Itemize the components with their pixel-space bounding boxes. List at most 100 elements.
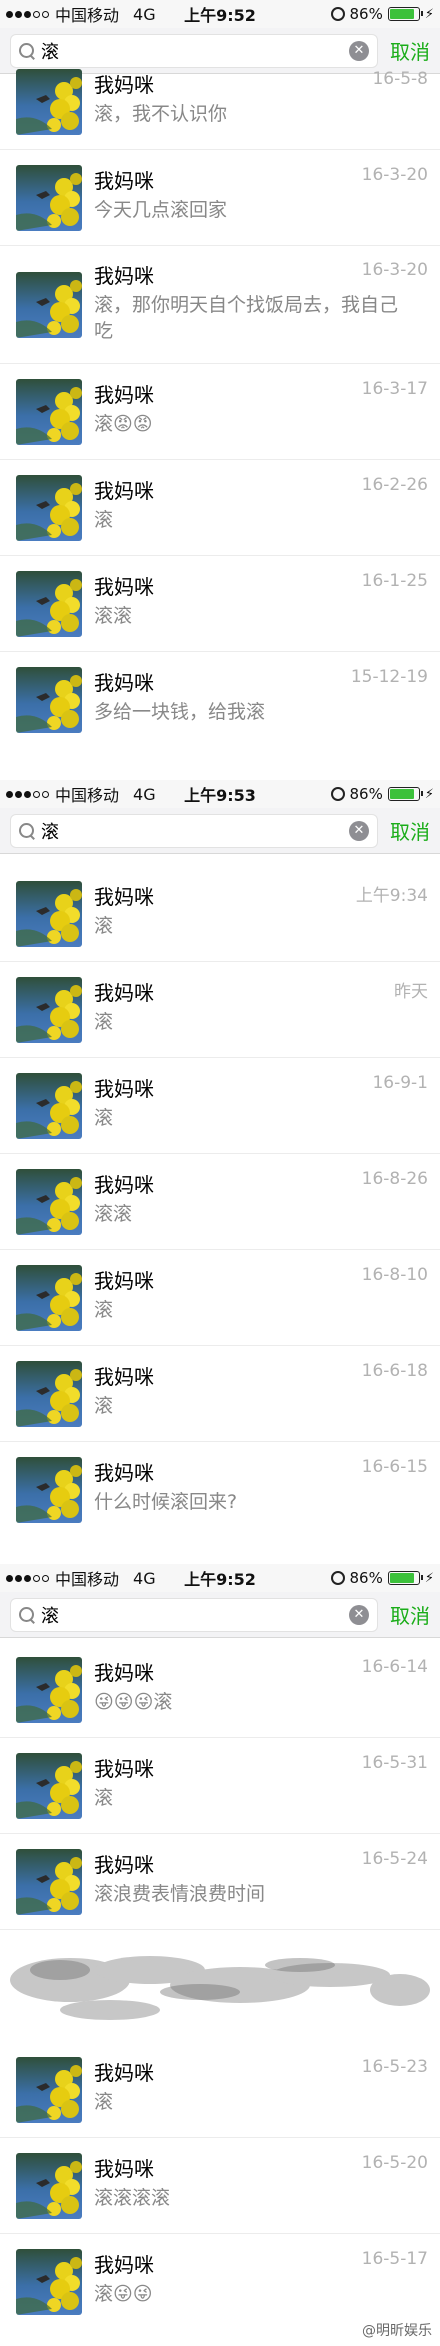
search-bar: 滚 ✕ 取消 [0, 1592, 440, 1638]
message-snippet: 滚😡😡 [94, 412, 153, 435]
avatar [16, 2056, 82, 2123]
avatar [16, 2249, 82, 2315]
message-snippet: 滚，那你明天自个找饭局去，我自己吃 [94, 293, 399, 342]
avatar [16, 1264, 82, 1331]
contact-name: 我妈咪 [94, 1076, 154, 1101]
result-row[interactable]: 我妈咪 16-8-10 滚 [0, 1250, 440, 1346]
result-content: 我妈咪 上午9:34 滚 [94, 881, 440, 947]
clear-icon[interactable]: ✕ [349, 1604, 369, 1625]
message-snippet: 😜😜😜滚 [94, 1690, 173, 1713]
message-date: 16-5-23 [361, 2056, 428, 2077]
status-bar: 中国移动 4G 上午9:52 86% ⚡ [0, 0, 440, 28]
message-snippet: 滚 [94, 2090, 114, 2113]
message-date: 16-6-18 [361, 1360, 428, 1381]
search-input[interactable]: 滚 ✕ [10, 813, 378, 848]
avatar [16, 976, 82, 1043]
contact-name: 我妈咪 [94, 72, 154, 97]
message-date: 16-3-17 [361, 378, 428, 399]
avatar [16, 1072, 82, 1139]
cancel-button[interactable]: 取消 [390, 1600, 430, 1629]
result-row[interactable]: 我妈咪 16-2-26 滚 [0, 460, 440, 556]
message-snippet: 滚，我不认识你 [94, 102, 228, 125]
contact-name: 我妈咪 [94, 1756, 154, 1781]
contact-name: 我妈咪 [94, 2060, 154, 2085]
result-row[interactable]: 我妈咪 16-5-24 滚浪费表情浪费时间 [0, 1834, 440, 1930]
result-row[interactable]: 我妈咪 16-8-26 滚滚 [0, 1154, 440, 1250]
avatar [16, 1656, 82, 1723]
clock: 上午9:53 [184, 786, 256, 805]
message-snippet: 多给一块钱，给我滚 [94, 701, 266, 723]
message-snippet: 滚滚滚滚 [94, 2186, 171, 2209]
contact-name: 我妈咪 [94, 263, 154, 288]
result-row[interactable]: 我妈咪 16-3-20 今天几点滚回家 [0, 150, 440, 246]
avatar [16, 880, 82, 947]
result-content: 我妈咪 16-8-26 滚滚 [94, 1169, 440, 1235]
result-content: 我妈咪 16-6-15 什么时候滚回来? [94, 1457, 440, 1523]
result-row[interactable]: 我妈咪 16-5-17 滚😜😜 [0, 2234, 440, 2330]
result-content: 我妈咪 16-3-20 今天几点滚回家 [94, 165, 440, 231]
message-snippet: 什么时候滚回来? [94, 1491, 238, 1513]
message-snippet: 滚😜😜 [94, 2283, 153, 2305]
contact-name: 我妈咪 [94, 2253, 154, 2277]
contact-name: 我妈咪 [94, 478, 154, 503]
avatar [16, 1168, 82, 1235]
result-content: 我妈咪 16-6-18 滚 [94, 1361, 440, 1427]
result-content: 我妈咪 16-9-1 滚 [94, 1073, 440, 1139]
result-row[interactable]: 我妈咪 16-5-20 滚滚滚滚 [0, 2138, 440, 2234]
contact-name: 我妈咪 [94, 671, 154, 695]
result-row[interactable]: 我妈咪 16-3-17 滚😡😡 [0, 364, 440, 460]
contact-name: 我妈咪 [94, 2156, 154, 2181]
result-row[interactable]: 我妈咪 15-12-19 多给一块钱，给我滚 [0, 652, 440, 748]
result-row[interactable]: 我妈咪 16-6-15 什么时候滚回来? [0, 1442, 440, 1538]
status-bar: 中国移动 4G 上午9:53 86% ⚡ [0, 780, 440, 808]
message-date: 16-3-20 [361, 259, 428, 280]
clear-icon[interactable]: ✕ [349, 820, 369, 841]
message-date: 16-5-24 [361, 1848, 428, 1869]
search-query[interactable]: 滚 [41, 818, 343, 844]
search-results-screen-2: 中国移动 4G 上午9:53 86% ⚡ 滚 ✕ 取消 我妈咪 上午9:34 滚我妈… [0, 780, 440, 1564]
search-icon [19, 1606, 35, 1623]
message-snippet: 滚滚 [94, 604, 133, 627]
contact-name: 我妈咪 [94, 382, 154, 407]
status-bar: 中国移动 4G 上午9:52 86% ⚡ [0, 1564, 440, 1592]
result-row[interactable]: 我妈咪 16-5-8 滚，我不认识你 [0, 54, 440, 150]
contact-name: 我妈咪 [94, 980, 154, 1005]
message-snippet: 今天几点滚回家 [94, 198, 228, 221]
battery-icon [387, 787, 423, 801]
message-snippet: 滚滚 [94, 1202, 133, 1225]
message-snippet: 滚 [94, 1106, 114, 1129]
result-row[interactable]: 我妈咪 上午9:34 滚 [0, 866, 440, 962]
result-row[interactable]: 我妈咪 16-6-18 滚 [0, 1346, 440, 1442]
cancel-button[interactable]: 取消 [390, 816, 430, 845]
result-content: 我妈咪 16-5-8 滚，我不认识你 [94, 69, 440, 135]
avatar [16, 474, 82, 541]
result-content: 我妈咪 16-3-17 滚😡😡 [94, 379, 440, 445]
result-row[interactable]: 我妈咪 16-5-31 滚 [0, 1738, 440, 1834]
search-query[interactable]: 滚 [41, 1602, 343, 1628]
result-list: 我妈咪 16-6-14 😜😜😜滚 我妈咪 16-5-31 滚我妈咪 16-5-24 滚浪费表情… [0, 1642, 440, 2330]
result-content: 我妈咪 16-1-25 滚滚 [94, 571, 440, 637]
message-date: 15-12-19 [350, 667, 428, 687]
contact-name: 我妈咪 [94, 1461, 154, 1485]
battery-icon [387, 7, 423, 21]
search-input[interactable]: 滚 ✕ [10, 1597, 378, 1632]
battery-icon [387, 1571, 423, 1585]
result-content: 我妈咪 16-5-31 滚 [94, 1753, 440, 1819]
result-row[interactable]: 我妈咪 16-5-23 滚 [0, 2042, 440, 2138]
result-content: 我妈咪 16-5-24 滚浪费表情浪费时间 [94, 1849, 440, 1915]
redacted-region [0, 1930, 440, 2042]
result-row[interactable]: 我妈咪 昨天滚 [0, 962, 440, 1058]
result-content: 我妈咪 15-12-19 多给一块钱，给我滚 [94, 667, 440, 733]
message-date: 昨天 [394, 981, 428, 1002]
result-row[interactable]: 我妈咪 16-9-1 滚 [0, 1058, 440, 1154]
message-date: 16-2-26 [361, 474, 428, 495]
result-row[interactable]: 我妈咪 16-6-14 😜😜😜滚 [0, 1642, 440, 1738]
message-snippet: 滚浪费表情浪费时间 [94, 1882, 266, 1905]
result-row[interactable]: 我妈咪 16-1-25 滚滚 [0, 556, 440, 652]
avatar [16, 667, 82, 733]
result-row[interactable]: 我妈咪 16-3-20 滚，那你明天自个找饭局去，我自己吃 [0, 246, 440, 364]
avatar [16, 378, 82, 445]
message-date: 16-9-1 [372, 1072, 428, 1093]
result-content: 我妈咪 16-5-20 滚滚滚滚 [94, 2153, 440, 2219]
contact-name: 我妈咪 [94, 574, 154, 599]
